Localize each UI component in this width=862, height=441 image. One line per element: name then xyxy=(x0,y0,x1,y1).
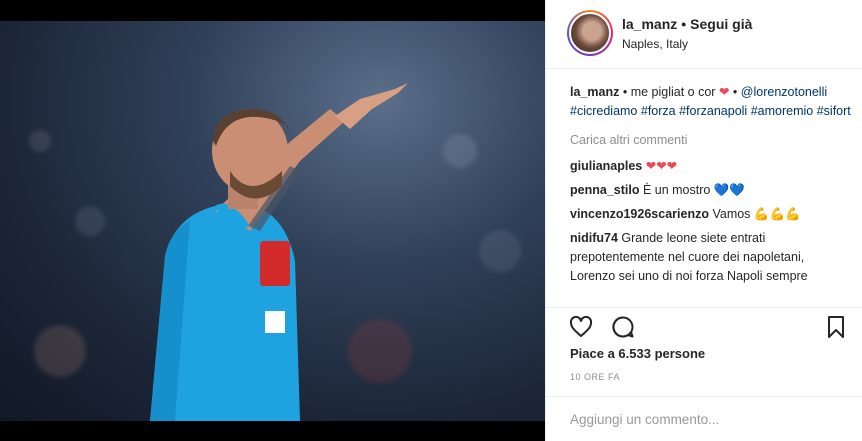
comment-username[interactable]: vincenzo1926scarienzo xyxy=(570,207,709,221)
post-photo-pane xyxy=(0,0,545,441)
comment-item: giulianaples ❤❤❤ xyxy=(570,157,851,176)
author-username[interactable]: la_manz xyxy=(622,16,677,32)
follow-button[interactable]: Segui già xyxy=(690,16,752,32)
add-comment-bar xyxy=(546,396,862,441)
comment-item: nidifu74 Grande leone siete entrati prep… xyxy=(570,229,851,286)
action-icons xyxy=(568,314,636,340)
caption-username[interactable]: la_manz xyxy=(570,85,619,99)
comment-username[interactable]: giulianaples xyxy=(570,159,642,173)
post-location[interactable]: Naples, Italy xyxy=(622,37,688,51)
hashtag[interactable]: #sifort xyxy=(817,104,851,118)
comment-emoji: 💪💪💪 xyxy=(753,207,801,221)
comments-section: la_manz • me pigliat o cor ❤ • @lorenzot… xyxy=(546,69,862,307)
comment-emoji: 💙💙 xyxy=(713,183,745,197)
bookmark-icon[interactable] xyxy=(823,314,849,340)
comment-icon[interactable] xyxy=(610,314,636,340)
comment-item: vincenzo1926scarienzo Vamos 💪💪💪 xyxy=(570,205,851,224)
header-user-row: la_manz • Segui già xyxy=(622,16,752,32)
comment-emoji: ❤❤❤ xyxy=(645,159,678,173)
caption-bullet: • xyxy=(622,85,628,99)
comment-text: È un mostro xyxy=(642,183,711,197)
likes-count[interactable]: Piace a 6.533 persone xyxy=(570,346,705,361)
post-header: la_manz • Segui già Naples, Italy xyxy=(546,0,862,69)
comment-input[interactable] xyxy=(570,409,840,429)
caption: la_manz • me pigliat o cor ❤ • @lorenzot… xyxy=(570,83,851,121)
comment-username[interactable]: nidifu74 xyxy=(570,231,618,245)
caption-bullet-2: • xyxy=(732,85,738,99)
caption-text: me pigliat o cor xyxy=(630,85,716,99)
post-image[interactable] xyxy=(0,21,545,421)
post-actions-bar: Piace a 6.533 persone 10 ORE FA xyxy=(546,307,862,408)
post-side-panel: la_manz • Segui già Naples, Italy la_man… xyxy=(545,0,862,441)
load-more-comments[interactable]: Carica altri commenti xyxy=(570,131,851,150)
player-illustration xyxy=(150,83,408,421)
hashtag[interactable]: #forza xyxy=(641,104,676,118)
comment-username[interactable]: penna_stilo xyxy=(570,183,639,197)
caption-heart-emoji: ❤ xyxy=(718,85,730,99)
comment-item: penna_stilo È un mostro 💙💙 xyxy=(570,181,851,200)
hashtag[interactable]: #amoremio xyxy=(751,104,814,118)
post-timestamp[interactable]: 10 ORE FA xyxy=(570,372,620,382)
hashtag[interactable]: #cicrediamo xyxy=(570,104,637,118)
hashtag[interactable]: #forzanapoli xyxy=(679,104,747,118)
header-separator: • xyxy=(681,16,687,32)
caption-mention[interactable]: @lorenzotonelli xyxy=(741,85,827,99)
comment-text: Vamos xyxy=(712,207,751,221)
heart-icon[interactable] xyxy=(568,314,594,340)
author-avatar[interactable] xyxy=(567,10,613,56)
